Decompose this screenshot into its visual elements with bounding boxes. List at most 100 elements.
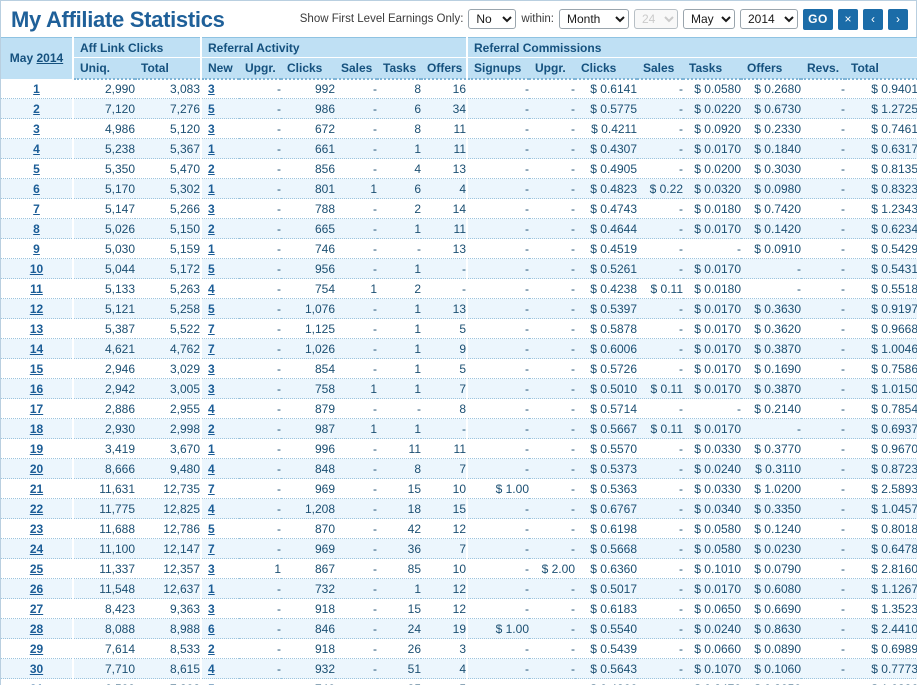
col-header-rc-upgr[interactable]: Upgr. <box>529 57 575 80</box>
day-link[interactable]: 26 <box>30 582 43 596</box>
row-day-cell[interactable]: 20 <box>1 458 73 479</box>
row-day-cell[interactable]: 3 <box>1 118 73 139</box>
day-link[interactable]: 11 <box>30 282 43 296</box>
day-link[interactable]: 17 <box>30 402 43 416</box>
table-cell[interactable]: 2 <box>200 218 239 239</box>
table-cell[interactable]: 7 <box>200 338 239 359</box>
new-referrals-link[interactable]: 2 <box>208 162 215 176</box>
table-cell[interactable]: 5 <box>200 678 239 685</box>
day-link[interactable]: 16 <box>30 382 43 396</box>
row-day-cell[interactable]: 22 <box>1 498 73 519</box>
col-header-rc-offers[interactable]: Offers <box>741 57 801 80</box>
new-referrals-link[interactable]: 7 <box>208 342 215 356</box>
new-referrals-link[interactable]: 3 <box>208 602 215 616</box>
table-cell[interactable]: 7 <box>200 538 239 559</box>
day-link[interactable]: 13 <box>30 322 43 336</box>
new-referrals-link[interactable]: 5 <box>208 522 215 536</box>
new-referrals-link[interactable]: 3 <box>208 382 215 396</box>
col-header-ra-upgr[interactable]: Upgr. <box>239 57 281 80</box>
table-cell[interactable]: 5 <box>200 298 239 319</box>
new-referrals-link[interactable]: 3 <box>208 82 215 96</box>
period-select[interactable]: DayWeekMonthYear <box>559 9 629 29</box>
col-header-rc-sales[interactable]: Sales <box>637 57 683 80</box>
day-link[interactable]: 14 <box>30 342 43 356</box>
new-referrals-link[interactable]: 3 <box>208 202 215 216</box>
day-link[interactable]: 18 <box>30 422 43 436</box>
row-day-cell[interactable]: 13 <box>1 318 73 339</box>
row-day-cell[interactable]: 30 <box>1 658 73 679</box>
new-referrals-link[interactable]: 4 <box>208 282 215 296</box>
table-cell[interactable]: 3 <box>200 378 239 399</box>
day-link[interactable]: 29 <box>30 642 43 656</box>
row-day-cell[interactable]: 27 <box>1 598 73 619</box>
day-link[interactable]: 23 <box>30 522 43 536</box>
day-select[interactable]: 24 <box>634 9 678 29</box>
new-referrals-link[interactable]: 4 <box>208 402 215 416</box>
day-link[interactable]: 15 <box>30 362 43 376</box>
new-referrals-link[interactable]: 7 <box>208 322 215 336</box>
new-referrals-link[interactable]: 1 <box>208 182 215 196</box>
col-header-rc-signups[interactable]: Signups <box>466 57 529 80</box>
table-cell[interactable]: 4 <box>200 398 239 419</box>
table-cell[interactable]: 5 <box>200 98 239 119</box>
row-day-cell[interactable]: 17 <box>1 398 73 419</box>
row-day-cell[interactable]: 24 <box>1 538 73 559</box>
table-cell[interactable]: 1 <box>200 578 239 599</box>
year-select[interactable]: 201220132014 <box>740 9 798 29</box>
col-header-aff-uniq[interactable]: Uniq. <box>72 57 135 80</box>
col-header-aff-total[interactable]: Total <box>135 57 201 80</box>
day-link[interactable]: 22 <box>30 502 43 516</box>
table-cell[interactable]: 1 <box>200 178 239 199</box>
new-referrals-link[interactable]: 5 <box>208 682 215 685</box>
new-referrals-link[interactable]: 1 <box>208 142 215 156</box>
col-header-rc-total[interactable]: Total <box>845 57 917 80</box>
day-link[interactable]: 6 <box>33 182 40 196</box>
row-day-cell[interactable]: 4 <box>1 138 73 159</box>
col-header-ra-offers[interactable]: Offers <box>421 57 467 80</box>
table-cell[interactable]: 5 <box>200 518 239 539</box>
row-day-cell[interactable]: 2 <box>1 98 73 119</box>
row-day-cell[interactable]: 23 <box>1 518 73 539</box>
new-referrals-link[interactable]: 4 <box>208 502 215 516</box>
table-cell[interactable]: 4 <box>200 278 239 299</box>
month-select[interactable]: JanuaryFebruaryMarchAprilMayJuneJulyAugu… <box>683 9 735 29</box>
row-day-cell[interactable]: 8 <box>1 218 73 239</box>
day-link[interactable]: 7 <box>33 202 40 216</box>
col-header-rc-clicks[interactable]: Clicks <box>575 57 637 80</box>
new-referrals-link[interactable]: 5 <box>208 302 215 316</box>
day-link[interactable]: 24 <box>30 542 43 556</box>
row-day-cell[interactable]: 18 <box>1 418 73 439</box>
table-cell[interactable]: 4 <box>200 458 239 479</box>
row-day-cell[interactable]: 11 <box>1 278 73 299</box>
new-referrals-link[interactable]: 3 <box>208 362 215 376</box>
table-cell[interactable]: 1 <box>200 138 239 159</box>
day-link[interactable]: 19 <box>30 442 43 456</box>
day-link[interactable]: 9 <box>33 242 40 256</box>
go-button[interactable]: GO <box>803 8 833 30</box>
day-link[interactable]: 25 <box>30 562 43 576</box>
day-link[interactable]: 20 <box>30 462 43 476</box>
table-cell[interactable]: 3 <box>200 558 239 579</box>
row-day-cell[interactable]: 31 <box>1 678 73 685</box>
row-day-cell[interactable]: 5 <box>1 158 73 179</box>
day-link[interactable]: 12 <box>30 302 43 316</box>
new-referrals-link[interactable]: 5 <box>208 262 215 276</box>
first-level-select[interactable]: NoYes <box>468 9 517 29</box>
new-referrals-link[interactable]: 3 <box>208 562 215 576</box>
day-link[interactable]: 5 <box>33 162 40 176</box>
col-header-ra-new[interactable]: New <box>200 57 239 80</box>
previous-period-button[interactable]: ‹ <box>863 8 883 30</box>
day-link[interactable]: 3 <box>33 122 40 136</box>
row-day-cell[interactable]: 26 <box>1 578 73 599</box>
new-referrals-link[interactable]: 1 <box>208 582 215 596</box>
col-header-ra-clicks[interactable]: Clicks <box>281 57 335 80</box>
row-day-cell[interactable]: 7 <box>1 198 73 219</box>
table-cell[interactable]: 2 <box>200 158 239 179</box>
table-cell[interactable]: 1 <box>200 238 239 259</box>
row-day-cell[interactable]: 10 <box>1 258 73 279</box>
new-referrals-link[interactable]: 2 <box>208 642 215 656</box>
table-cell[interactable]: 7 <box>200 478 239 499</box>
day-link[interactable]: 1 <box>33 82 40 96</box>
new-referrals-link[interactable]: 4 <box>208 462 215 476</box>
row-day-cell[interactable]: 14 <box>1 338 73 359</box>
